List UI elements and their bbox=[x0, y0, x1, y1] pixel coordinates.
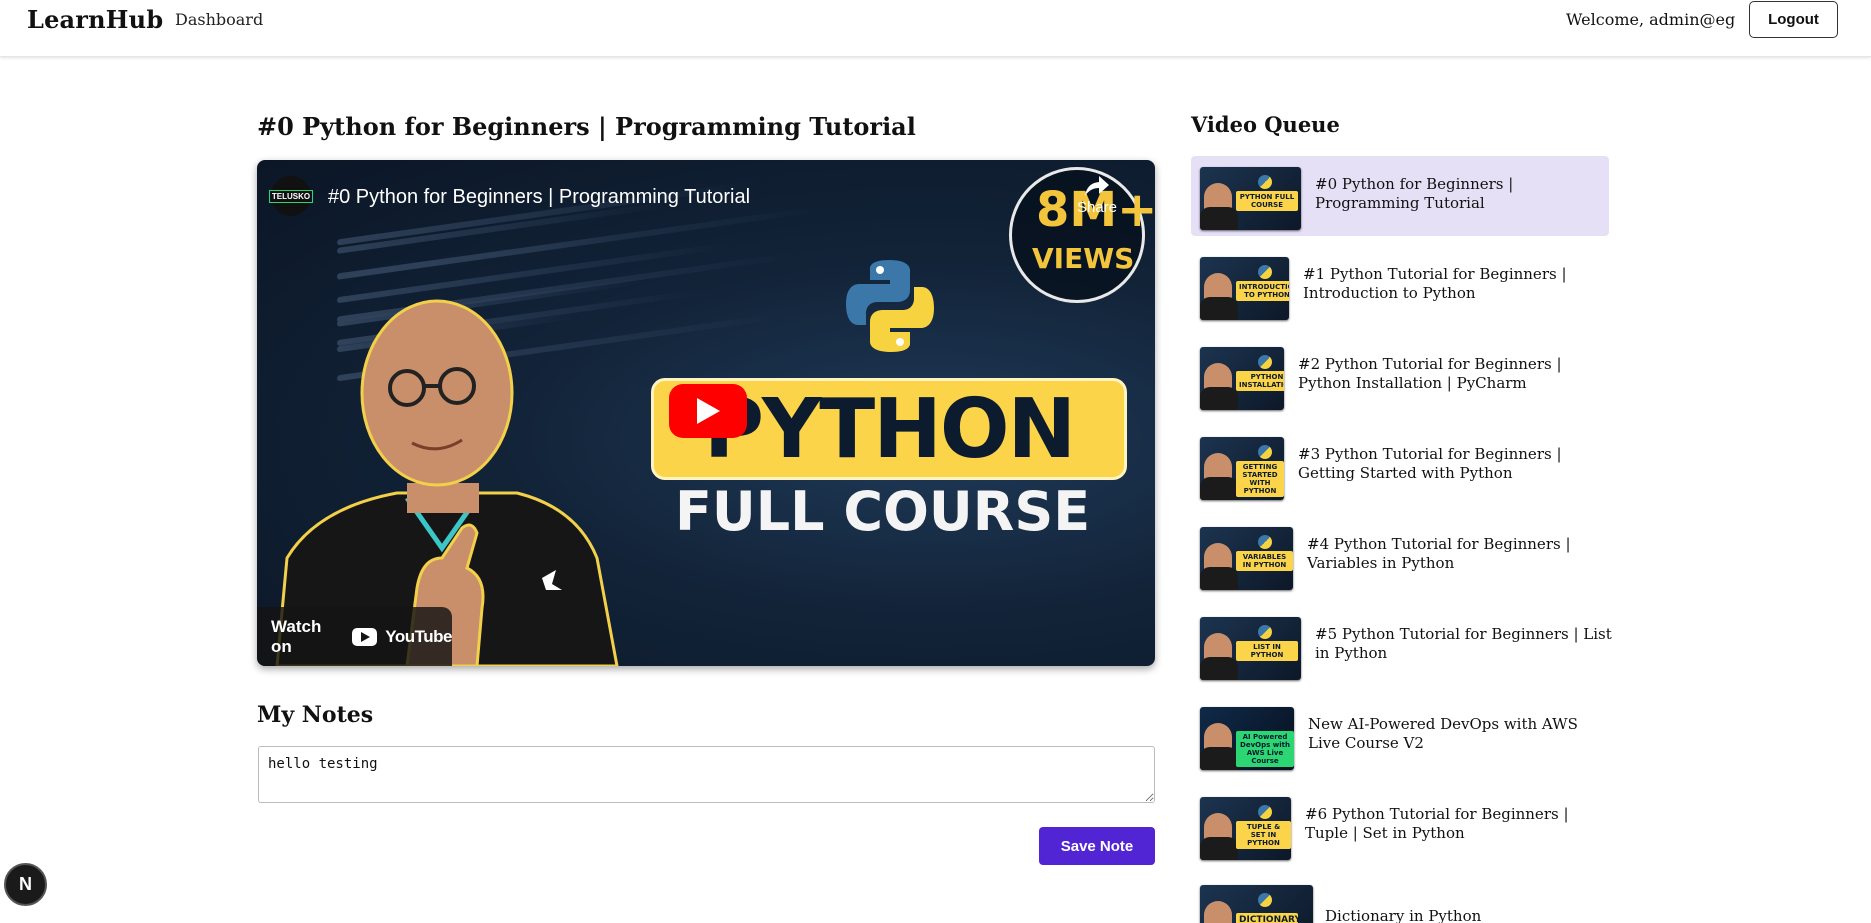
queue-item-label: #6 Python Tutorial for Beginners | Tuple… bbox=[1305, 805, 1569, 842]
queue-item[interactable]: INTRODUCTION TO PYTHON #1 Python Tutoria… bbox=[1191, 246, 1609, 326]
queue-thumb-tag: PYTHON FULL COURSE bbox=[1236, 191, 1298, 211]
queue-item-thumbnail: LIST IN PYTHON bbox=[1200, 617, 1301, 680]
welcome-text: Welcome, admin@eg bbox=[1566, 10, 1736, 29]
queue-item-label: Dictionary in Python bbox=[1325, 907, 1482, 923]
queue-item-thumbnail: VARIABLES IN PYTHON bbox=[1200, 527, 1293, 590]
player-caption-title[interactable]: #0 Python for Beginners | Programming Tu… bbox=[328, 186, 750, 209]
queue-item-label: #0 Python for Beginners | Programming Tu… bbox=[1315, 175, 1514, 212]
share-icon bbox=[1085, 176, 1109, 196]
notes-textarea[interactable] bbox=[258, 746, 1155, 803]
watch-on-label: Watch on bbox=[271, 616, 322, 656]
queue-item-label: #3 Python Tutorial for Beginners | Getti… bbox=[1298, 445, 1562, 482]
queue-item-thumbnail: PYTHON FULL COURSE bbox=[1200, 167, 1301, 230]
queue-thumb-tag: DICTIONARY bbox=[1236, 913, 1301, 923]
share-button[interactable]: Share bbox=[1072, 175, 1122, 216]
top-navbar: LearnHub Dashboard Welcome, admin@eg Log… bbox=[0, 0, 1871, 57]
queue-item-thumbnail: PYTHON INSTALLATION bbox=[1200, 347, 1284, 410]
youtube-wordmark: YouTube bbox=[385, 626, 452, 646]
queue-item[interactable]: TUPLE & SET IN PYTHON #6 Python Tutorial… bbox=[1191, 786, 1609, 866]
queue-thumb-tag: LIST IN PYTHON bbox=[1236, 641, 1298, 661]
queue-item[interactable]: LIST IN PYTHON #5 Python Tutorial for Be… bbox=[1191, 606, 1612, 686]
youtube-logo-icon bbox=[352, 627, 378, 646]
queue-item-label: New AI-Powered DevOps with AWS Live Cour… bbox=[1308, 715, 1578, 752]
nav-dashboard-link[interactable]: Dashboard bbox=[175, 10, 263, 29]
save-note-button[interactable]: Save Note bbox=[1039, 827, 1155, 865]
views-badge-label: VIEWS bbox=[1032, 242, 1135, 275]
play-icon bbox=[697, 398, 720, 424]
notes-heading: My Notes bbox=[257, 702, 374, 728]
video-player[interactable]: TELUSKO #0 Python for Beginners | Progra… bbox=[257, 160, 1155, 666]
queue-item[interactable]: DICTIONARY Dictionary in Python bbox=[1191, 876, 1609, 923]
queue-item-label: #2 Python Tutorial for Beginners | Pytho… bbox=[1298, 355, 1562, 392]
queue-item[interactable]: GETTING STARTED WITH PYTHON #3 Python Tu… bbox=[1191, 426, 1609, 506]
queue-item[interactable]: AI Powered DevOps with AWS Live Course N… bbox=[1191, 696, 1609, 776]
queue-item-thumbnail: AI Powered DevOps with AWS Live Course bbox=[1200, 707, 1294, 770]
queue-item[interactable]: PYTHON FULL COURSE #0 Python for Beginne… bbox=[1191, 156, 1609, 236]
thumbnail-full-course-text: FULL COURSE bbox=[675, 480, 1091, 543]
youtube-play-button[interactable] bbox=[669, 384, 747, 438]
queue-item[interactable]: VARIABLES IN PYTHON #4 Python Tutorial f… bbox=[1191, 516, 1609, 596]
queue-item-label: #5 Python Tutorial for Beginners | List … bbox=[1315, 625, 1612, 662]
queue-item[interactable]: PYTHON INSTALLATION #2 Python Tutorial f… bbox=[1191, 336, 1609, 416]
python-logo-icon bbox=[846, 260, 934, 352]
channel-avatar[interactable]: TELUSKO bbox=[268, 176, 314, 216]
queue-item-thumbnail: INTRODUCTION TO PYTHON bbox=[1200, 257, 1289, 320]
queue-item-label: #1 Python Tutorial for Beginners | Intro… bbox=[1303, 265, 1567, 302]
watch-on-youtube-link[interactable]: Watch on YouTube bbox=[257, 607, 452, 666]
presenter-illustration bbox=[275, 299, 619, 666]
queue-thumb-tag: INTRODUCTION TO PYTHON bbox=[1236, 281, 1289, 301]
queue-thumb-tag: AI Powered DevOps with AWS Live Course bbox=[1236, 731, 1294, 767]
dev-tools-badge[interactable]: N bbox=[4, 863, 47, 906]
brand-logo[interactable]: LearnHub bbox=[27, 5, 163, 34]
queue-item-label: #4 Python Tutorial for Beginners | Varia… bbox=[1307, 535, 1571, 572]
queue-thumb-tag: TUPLE & SET IN PYTHON bbox=[1236, 821, 1291, 849]
queue-heading: Video Queue bbox=[1191, 112, 1340, 137]
queue-thumb-tag: VARIABLES IN PYTHON bbox=[1236, 551, 1293, 571]
queue-item-thumbnail: TUPLE & SET IN PYTHON bbox=[1200, 797, 1291, 860]
queue-thumb-tag: PYTHON INSTALLATION bbox=[1236, 371, 1284, 391]
video-title: #0 Python for Beginners | Programming Tu… bbox=[257, 112, 916, 141]
queue-thumb-tag: GETTING STARTED WITH PYTHON bbox=[1236, 461, 1284, 497]
queue-item-thumbnail: GETTING STARTED WITH PYTHON bbox=[1200, 437, 1284, 500]
share-label: Share bbox=[1076, 199, 1118, 216]
logout-button[interactable]: Logout bbox=[1749, 1, 1838, 38]
channel-logo-text: TELUSKO bbox=[268, 189, 314, 203]
queue-item-thumbnail: DICTIONARY bbox=[1200, 885, 1313, 923]
